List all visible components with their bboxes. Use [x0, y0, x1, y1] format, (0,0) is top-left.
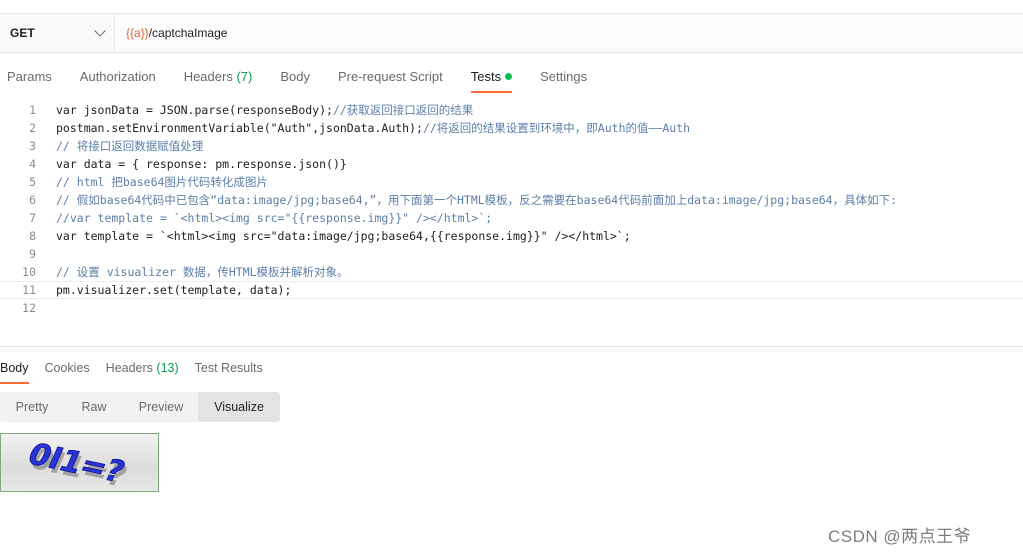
tab-label: Params [7, 69, 52, 84]
tests-code-editor[interactable]: 1 var jsonData = JSON.parse(responseBody)… [0, 101, 1023, 321]
chevron-down-icon [94, 25, 106, 37]
line-number: 9 [29, 247, 36, 261]
code-line: 7 //var template = `<html><img src="{{res… [0, 209, 1023, 227]
view-preview[interactable]: Preview [124, 392, 198, 422]
tab-response-body[interactable]: Body [0, 358, 29, 384]
tab-cookies[interactable]: Cookies [45, 358, 90, 384]
tab-label: Tests [470, 69, 502, 84]
url-path: /captchaImage [148, 26, 228, 40]
tab-count: (13) [156, 361, 179, 375]
view-label: Visualize [214, 400, 264, 414]
tab-count: (7) [236, 69, 253, 84]
captcha-graphic: 0I1=? 0I1=? [22, 437, 132, 491]
response-tabs: Body Cookies Headers (13) Test Results [0, 358, 279, 384]
tab-response-headers[interactable]: Headers (13) [106, 358, 179, 384]
code-comment: // 假如base64代码中已包含“data:image/jpg;base64,… [56, 193, 898, 207]
code-comment: //var template = `<html><img src="{{resp… [56, 211, 493, 225]
code-line: 4 var data = { response: pm.response.json… [0, 155, 1023, 173]
view-pretty[interactable]: Pretty [0, 392, 64, 422]
tab-pre-request-script[interactable]: Pre-request Script [338, 60, 443, 94]
tab-label: Headers [183, 69, 233, 84]
code-line: 2 postman.setEnvironmentVariable("Auth",j… [0, 119, 1023, 137]
code-line-active: 11 pm.visualizer.set(template, data); [0, 281, 1023, 299]
method-label: GET [10, 26, 35, 40]
tab-label: Cookies [44, 361, 90, 375]
line-number: 4 [29, 157, 36, 171]
tab-label: Pre-request Script [337, 69, 443, 84]
watermark: CSDN @两点王爷 [828, 527, 972, 546]
tab-test-results[interactable]: Test Results [195, 358, 263, 384]
code-segment: var jsonData = JSON.parse(responseBody); [56, 103, 333, 117]
line-number: 5 [29, 175, 36, 189]
url-input[interactable]: {{a}}/captchaImage [115, 14, 1023, 52]
line-number: 12 [22, 301, 36, 315]
line-number: 2 [29, 121, 36, 135]
code-line: 12 [0, 299, 1023, 317]
request-url-bar: GET {{a}}/captchaImage [0, 13, 1023, 53]
line-number: 7 [29, 211, 36, 225]
line-number: 8 [29, 229, 36, 243]
panel-divider[interactable] [0, 346, 1023, 352]
view-label: Raw [81, 400, 107, 414]
code-line: 1 var jsonData = JSON.parse(responseBody)… [0, 101, 1023, 119]
code-comment: // 设置 visualizer 数据，传HTML模板并解析对象。 [56, 265, 349, 279]
code-text: var template = `<html><img src="data:ima… [56, 229, 631, 243]
code-text: pm.visualizer.set(template, data); [56, 283, 292, 297]
code-line: 10 // 设置 visualizer 数据，传HTML模板并解析对象。 [0, 263, 1023, 281]
line-number: 6 [29, 193, 36, 207]
code-line: 6 // 假如base64代码中已包含“data:image/jpg;base64… [0, 191, 1023, 209]
view-label: Pretty [15, 400, 49, 414]
view-raw[interactable]: Raw [64, 392, 124, 422]
line-number: 3 [29, 139, 36, 153]
method-select[interactable]: GET [0, 14, 115, 52]
tab-settings[interactable]: Settings [540, 60, 587, 94]
code-line: 9 [0, 245, 1023, 263]
view-mode-switcher: Pretty Raw Preview Visualize [0, 392, 280, 422]
tab-authorization[interactable]: Authorization [80, 60, 156, 94]
code-comment: // 将接口返回数据赋值处理 [56, 139, 204, 153]
code-line: 5 // html 把base64图片代码转化成图片 [0, 173, 1023, 191]
tab-label: Test Results [194, 361, 263, 375]
line-number: 1 [29, 103, 36, 117]
line-number: 10 [22, 265, 36, 279]
tab-label: Settings [540, 69, 588, 84]
tab-params[interactable]: Params [7, 60, 52, 94]
tab-label: Authorization [79, 69, 156, 84]
tab-label: Body [0, 361, 29, 375]
view-label: Preview [138, 400, 184, 414]
code-line: 3 // 将接口返回数据赋值处理 [0, 137, 1023, 155]
tab-body[interactable]: Body [280, 60, 310, 94]
captcha-image: 0I1=? 0I1=? [0, 433, 159, 492]
code-text: var data = { response: pm.response.json(… [56, 157, 347, 171]
code-text: postman.setEnvironmentVariable("Auth",js… [56, 120, 690, 136]
code-comment: //获取返回接口返回的结果 [332, 103, 474, 117]
line-number: 11 [22, 283, 36, 297]
code-comment: // html 把base64图片代码转化成图片 [56, 175, 268, 189]
request-tabs: Params Authorization Headers (7) Body Pr… [0, 60, 608, 94]
code-text: var jsonData = JSON.parse(responseBody);… [56, 102, 473, 118]
code-comment: //将返回的结果设置到环境中，即Auth的值——Auth [422, 121, 691, 135]
url-variable: {{a}} [126, 26, 149, 40]
tab-tests[interactable]: Tests [470, 60, 513, 94]
tab-label: Headers [105, 361, 153, 375]
code-line: 8 var template = `<html><img src="data:im… [0, 227, 1023, 245]
view-visualize[interactable]: Visualize [198, 392, 280, 422]
code-segment: postman.setEnvironmentVariable("Auth",js… [56, 121, 423, 135]
tab-headers[interactable]: Headers (7) [184, 60, 253, 94]
status-dot-icon [505, 73, 513, 80]
tab-label: Body [280, 69, 310, 84]
